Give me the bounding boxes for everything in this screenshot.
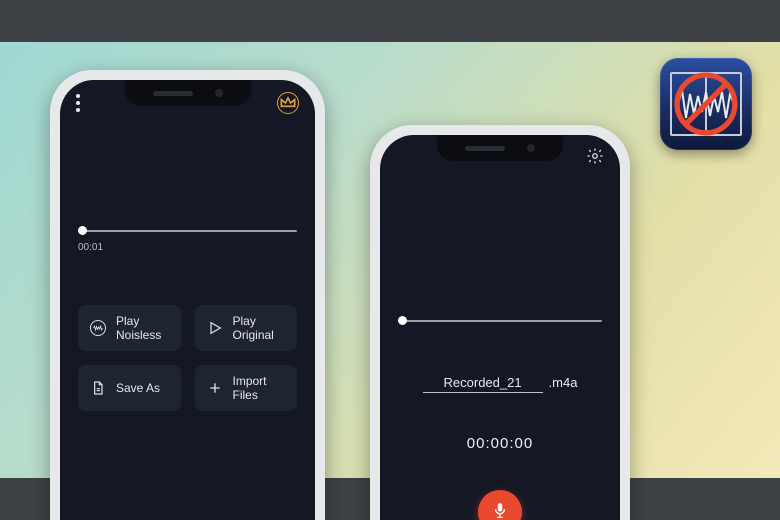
screen-right: .m4a 00:00:00	[380, 135, 620, 520]
record-timer: 00:00:00	[380, 435, 620, 452]
stage: 00:01 Play Noisless Play Original	[0, 0, 780, 520]
phone-right: .m4a 00:00:00	[370, 125, 630, 520]
save-as-button[interactable]: Save As	[78, 365, 181, 411]
elapsed-time: 00:01	[78, 242, 297, 253]
filename-ext: .m4a	[549, 375, 578, 390]
progress-right[interactable]	[398, 320, 602, 322]
phone-left: 00:01 Play Noisless Play Original	[50, 70, 325, 520]
button-label: Save As	[116, 381, 160, 395]
button-label: Import Files	[233, 374, 286, 402]
filename-input[interactable]	[423, 375, 543, 393]
button-label: Play Noisless	[116, 314, 169, 342]
wave-icon	[90, 320, 106, 336]
play-noiseless-button[interactable]: Play Noisless	[78, 305, 181, 351]
prohibit-icon	[664, 66, 748, 142]
action-buttons: Play Noisless Play Original Save As	[78, 305, 297, 411]
microphone-icon	[491, 501, 509, 520]
play-icon	[207, 320, 223, 336]
settings-gear-icon[interactable]	[586, 147, 604, 170]
button-label: Play Original	[233, 314, 286, 342]
progress-left[interactable]: 00:01	[78, 230, 297, 253]
app-icon	[660, 58, 752, 150]
filename-row: .m4a	[410, 375, 590, 393]
import-files-button[interactable]: Import Files	[195, 365, 298, 411]
file-icon	[90, 380, 106, 396]
premium-crown-icon[interactable]	[277, 92, 299, 114]
screen-left: 00:01 Play Noisless Play Original	[60, 80, 315, 520]
notch	[125, 80, 251, 106]
menu-more-icon[interactable]	[76, 94, 80, 112]
play-original-button[interactable]: Play Original	[195, 305, 298, 351]
record-button[interactable]	[478, 490, 522, 520]
notch	[437, 135, 563, 161]
plus-icon	[207, 380, 223, 396]
